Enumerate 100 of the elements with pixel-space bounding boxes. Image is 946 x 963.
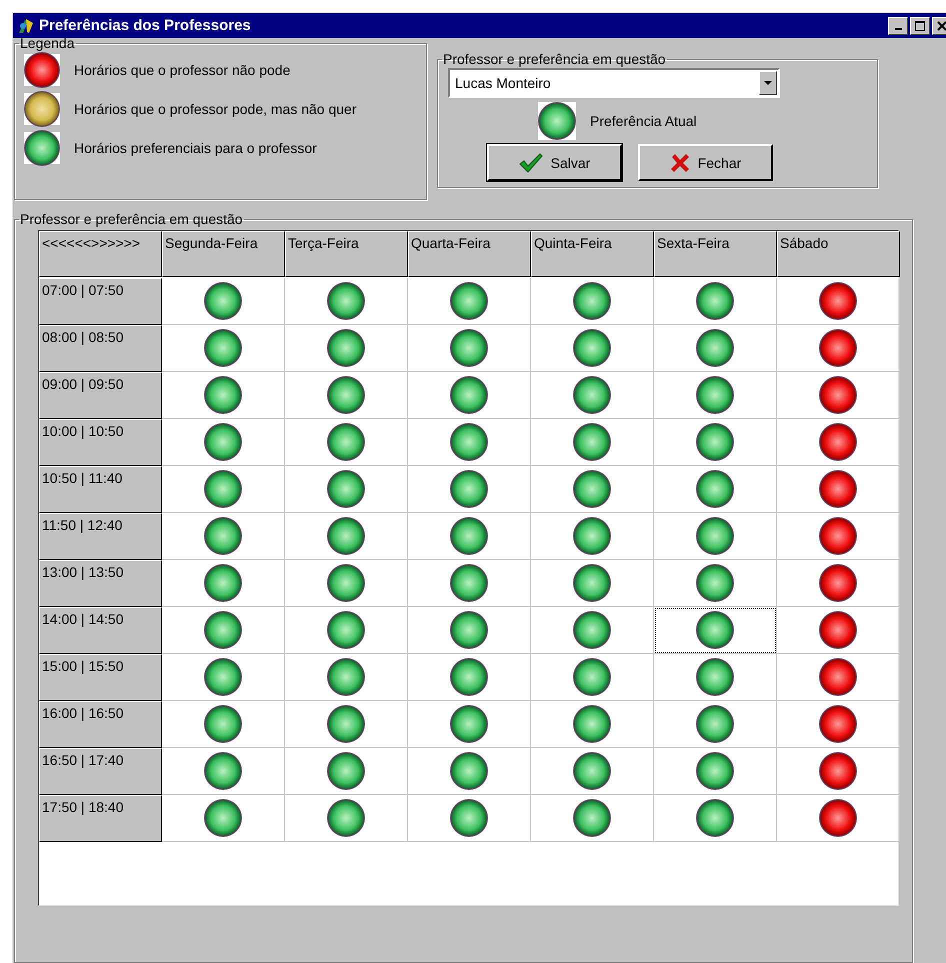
preference-cell[interactable] <box>408 607 531 654</box>
save-button[interactable]: Salvar <box>487 144 622 181</box>
preference-cell[interactable] <box>777 701 900 748</box>
app-icon <box>17 16 35 34</box>
preference-cell[interactable] <box>531 748 654 795</box>
legend-label: Horários preferenciais para o professor <box>74 140 317 156</box>
caret-icon <box>764 80 772 86</box>
group-title: Legenda <box>19 36 76 50</box>
preference-cell[interactable] <box>654 278 777 325</box>
preference-cell[interactable] <box>531 701 654 748</box>
preference-cell[interactable] <box>285 419 408 466</box>
preference-cell[interactable] <box>408 372 531 419</box>
column-header: Quinta-Feira <box>531 231 654 277</box>
preference-cell[interactable] <box>531 419 654 466</box>
preference-cell[interactable] <box>285 560 408 607</box>
preference-cell[interactable] <box>408 795 531 842</box>
preference-cell[interactable] <box>777 466 900 513</box>
preference-cell[interactable] <box>162 607 285 654</box>
preference-cell[interactable] <box>777 607 900 654</box>
corner-header: <<<<<<>>>>>> <box>39 231 162 277</box>
preference-cell[interactable] <box>777 278 900 325</box>
preference-cell[interactable] <box>285 466 408 513</box>
preference-cell[interactable] <box>285 795 408 842</box>
preference-cell[interactable] <box>162 560 285 607</box>
time-slot-header: 14:00 | 14:50 <box>39 607 162 654</box>
preference-cell[interactable] <box>531 795 654 842</box>
preference-cell[interactable] <box>285 701 408 748</box>
preference-cell[interactable] <box>654 325 777 372</box>
preference-cell[interactable] <box>531 278 654 325</box>
preference-cell[interactable] <box>285 748 408 795</box>
close-button[interactable] <box>932 16 946 34</box>
preference-cell[interactable] <box>162 419 285 466</box>
close-icon <box>937 20 946 30</box>
preference-cell[interactable] <box>777 795 900 842</box>
preference-cell[interactable] <box>285 654 408 701</box>
preference-cell[interactable] <box>531 607 654 654</box>
preference-cell[interactable] <box>531 466 654 513</box>
time-slot-header: 16:50 | 17:40 <box>39 748 162 795</box>
preference-cell[interactable] <box>162 513 285 560</box>
preference-cell[interactable] <box>162 278 285 325</box>
preference-cell[interactable] <box>654 795 777 842</box>
preference-cell[interactable] <box>408 325 531 372</box>
preference-cell[interactable] <box>162 701 285 748</box>
preference-cell[interactable] <box>777 372 900 419</box>
preference-cell[interactable] <box>777 654 900 701</box>
preference-cell[interactable] <box>531 560 654 607</box>
preference-cell[interactable] <box>162 654 285 701</box>
preference-cell[interactable] <box>162 466 285 513</box>
preference-cell[interactable] <box>777 513 900 560</box>
group-title: Professor e preferência em questão <box>19 212 244 226</box>
preference-cell[interactable] <box>654 419 777 466</box>
preference-cell[interactable] <box>777 748 900 795</box>
minimize-button[interactable] <box>888 16 908 34</box>
professor-dropdown[interactable]: Lucas Monteiro <box>448 68 780 98</box>
preference-cell[interactable] <box>654 466 777 513</box>
preference-cell[interactable] <box>285 513 408 560</box>
preference-cell[interactable] <box>654 748 777 795</box>
preference-cell[interactable] <box>531 372 654 419</box>
window-title: Preferências dos Professores <box>39 17 251 34</box>
time-slot-header: 17:50 | 18:40 <box>39 795 162 842</box>
preference-cell[interactable] <box>531 654 654 701</box>
preference-cell[interactable] <box>531 325 654 372</box>
preference-cell[interactable] <box>654 560 777 607</box>
close-button[interactable]: Fechar <box>638 144 773 181</box>
preference-cell[interactable] <box>285 372 408 419</box>
preference-cell[interactable] <box>285 278 408 325</box>
preference-cell[interactable] <box>777 325 900 372</box>
time-slot-header: 13:00 | 13:50 <box>39 560 162 607</box>
preference-cell[interactable] <box>408 654 531 701</box>
preference-cell[interactable] <box>408 466 531 513</box>
preference-cell[interactable] <box>162 372 285 419</box>
preference-cell[interactable] <box>654 607 777 654</box>
group-title: Professor e preferência em questão <box>442 52 667 66</box>
preference-cell[interactable] <box>162 325 285 372</box>
current-preference-label: Preferência Atual <box>590 113 697 129</box>
preference-cell[interactable] <box>654 701 777 748</box>
legend-label: Horários que o professor não pode <box>74 62 290 78</box>
minimize-icon <box>894 28 902 30</box>
preference-cell[interactable] <box>162 748 285 795</box>
column-header: Terça-Feira <box>285 231 408 277</box>
preference-cell[interactable] <box>162 795 285 842</box>
preference-cell[interactable] <box>654 372 777 419</box>
preference-cell[interactable] <box>408 748 531 795</box>
time-slot-header: 09:00 | 09:50 <box>39 372 162 419</box>
preference-cell[interactable] <box>408 701 531 748</box>
preference-cell[interactable] <box>285 325 408 372</box>
preference-cell[interactable] <box>654 654 777 701</box>
time-slot-header: 08:00 | 08:50 <box>39 325 162 372</box>
preference-cell[interactable] <box>408 560 531 607</box>
preference-cell[interactable] <box>777 560 900 607</box>
preference-cell[interactable] <box>408 419 531 466</box>
preference-cell[interactable] <box>531 513 654 560</box>
preference-cell[interactable] <box>285 607 408 654</box>
preference-cell[interactable] <box>654 513 777 560</box>
preference-cell[interactable] <box>777 419 900 466</box>
maximize-button[interactable] <box>910 16 930 34</box>
preference-cell[interactable] <box>408 513 531 560</box>
close-icon <box>670 152 690 172</box>
preference-cell[interactable] <box>408 278 531 325</box>
column-header: Segunda-Feira <box>162 231 285 277</box>
